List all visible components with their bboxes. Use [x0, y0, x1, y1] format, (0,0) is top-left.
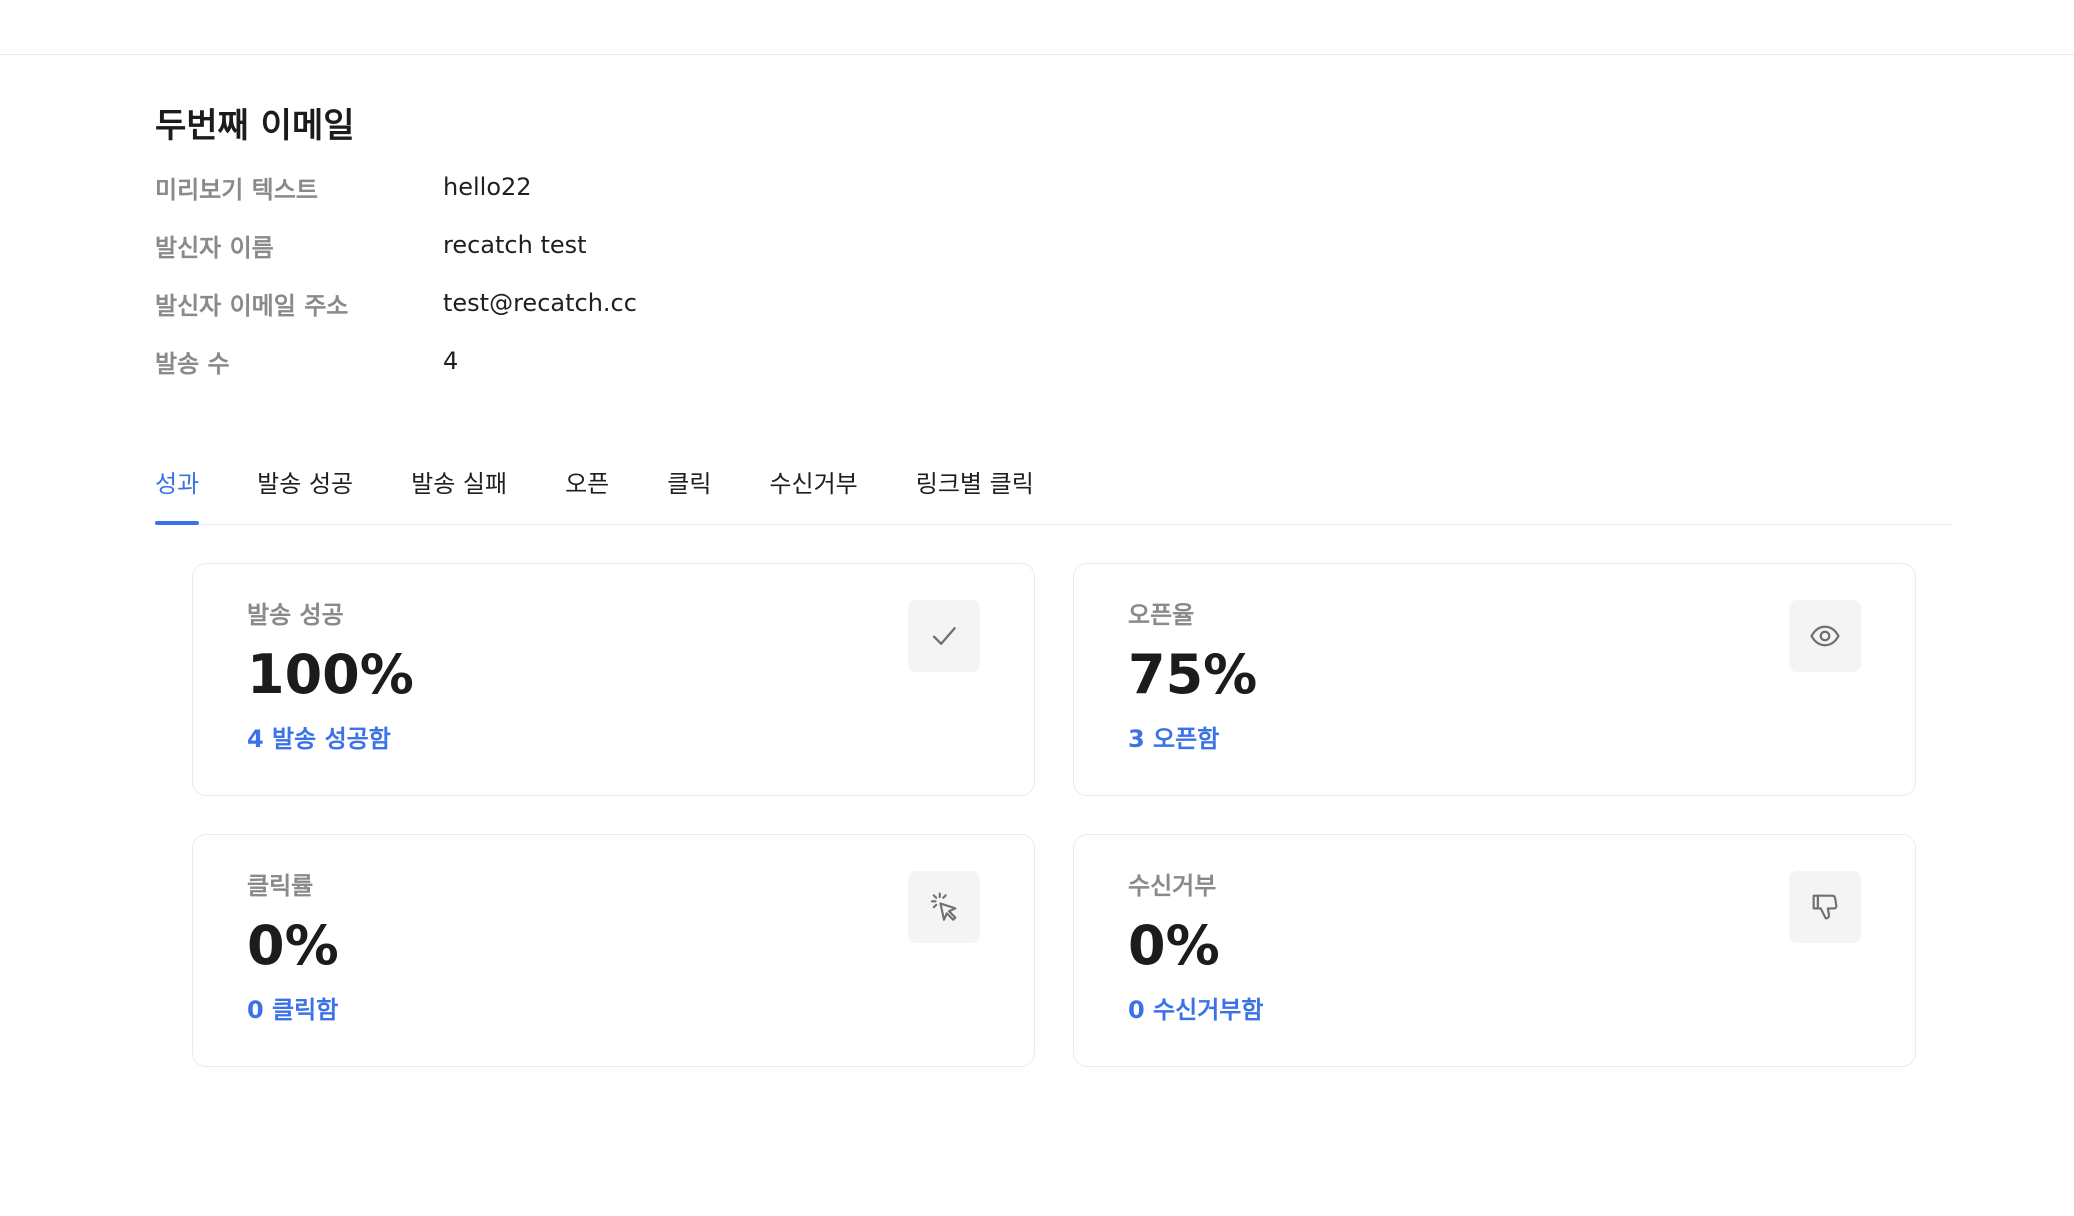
stat-label: 수신거부 — [1128, 872, 1217, 900]
meta-value: test@recatch.cc — [443, 289, 637, 317]
meta-row-preview-text: 미리보기 텍스트 hello22 — [155, 158, 1955, 216]
stat-label: 오픈율 — [1128, 601, 1195, 629]
email-detail: 두번째 이메일 미리보기 텍스트 hello22 발신자 이름 recatch … — [155, 96, 1955, 390]
meta-label: 발신자 이메일 주소 — [155, 291, 349, 320]
stat-value: 75% — [1128, 643, 1258, 706]
meta-row-sender-email: 발신자 이메일 주소 test@recatch.cc — [155, 274, 1955, 332]
stat-value: 100% — [247, 643, 414, 706]
meta-value: 4 — [443, 347, 459, 375]
tab-send-failure[interactable]: 발송 실패 — [411, 454, 507, 524]
stat-value: 0% — [247, 914, 339, 977]
stat-subtext: 4 발송 성공함 — [247, 725, 391, 753]
meta-value: recatch test — [443, 231, 587, 259]
top-bar — [0, 0, 2074, 55]
stat-value: 0% — [1128, 914, 1220, 977]
tab-send-success[interactable]: 발송 성공 — [257, 454, 353, 524]
stat-label: 클릭률 — [247, 872, 314, 900]
stats-grid: 발송 성공 100% 4 발송 성공함 오픈율 75% 3 오픈함 클릭률 0%… — [192, 563, 1920, 1067]
email-meta: 미리보기 텍스트 hello22 발신자 이름 recatch test 발신자… — [155, 158, 1955, 390]
check-icon — [908, 600, 980, 672]
tab-open[interactable]: 오픈 — [565, 454, 609, 524]
eye-icon — [1789, 600, 1861, 672]
meta-row-send-count: 발송 수 4 — [155, 332, 1955, 390]
stat-subtext: 0 클릭함 — [247, 996, 339, 1024]
meta-label: 미리보기 텍스트 — [155, 175, 318, 204]
stat-subtext: 0 수신거부함 — [1128, 996, 1264, 1024]
cursor-click-icon — [908, 871, 980, 943]
page-title: 두번째 이메일 — [155, 106, 355, 146]
stat-label: 발송 성공 — [247, 601, 344, 629]
tab-performance[interactable]: 성과 — [155, 454, 200, 525]
stat-card-unsubscribe: 수신거부 0% 0 수신거부함 — [1073, 834, 1916, 1067]
stat-subtext: 3 오픈함 — [1128, 725, 1220, 753]
tab-click[interactable]: 클릭 — [667, 454, 711, 524]
meta-value: hello22 — [443, 173, 532, 201]
stat-card-click-rate: 클릭률 0% 0 클릭함 — [192, 834, 1035, 1067]
stat-card-send-success: 발송 성공 100% 4 발송 성공함 — [192, 563, 1035, 796]
tab-unsubscribe[interactable]: 수신거부 — [769, 454, 857, 524]
stat-card-open-rate: 오픈율 75% 3 오픈함 — [1073, 563, 1916, 796]
meta-label: 발송 수 — [155, 349, 230, 378]
tab-link-clicks[interactable]: 링크별 클릭 — [916, 454, 1034, 524]
meta-row-sender-name: 발신자 이름 recatch test — [155, 216, 1955, 274]
meta-label: 발신자 이름 — [155, 233, 274, 262]
thumbs-down-icon — [1789, 871, 1861, 943]
tab-bar: 성과 발송 성공 발송 실패 오픈 클릭 수신거부 링크별 클릭 — [155, 454, 1953, 525]
